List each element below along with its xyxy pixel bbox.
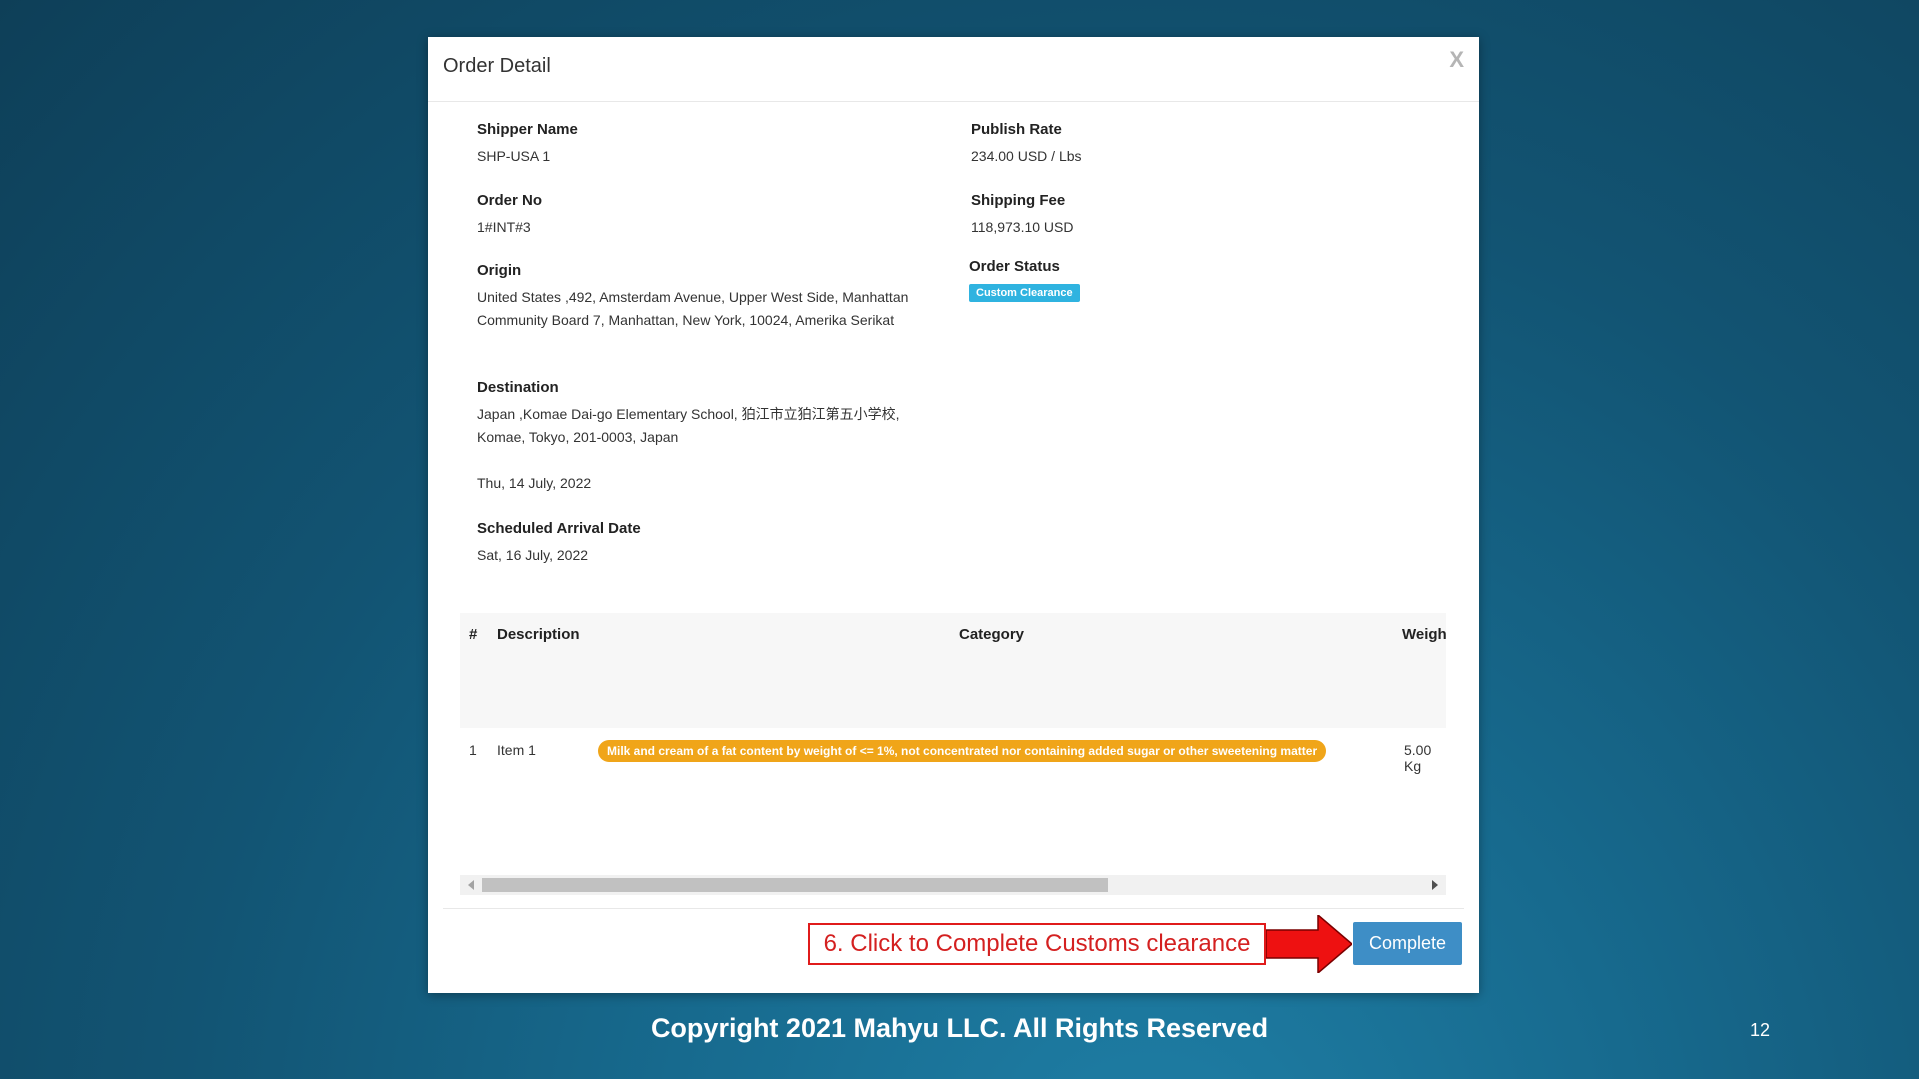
origin-field: Origin United States ,492, Amsterdam Ave… — [477, 262, 917, 332]
complete-button[interactable]: Complete — [1353, 922, 1462, 965]
status-badge: Custom Clearance — [969, 284, 1080, 302]
shipper-name-field: Shipper Name SHP-USA 1 — [477, 121, 578, 168]
publish-rate-field: Publish Rate 234.00 USD / Lbs — [971, 121, 1082, 168]
shipping-fee-field: Shipping Fee 118,973.10 USD — [971, 192, 1073, 239]
shipper-name-value: SHP-USA 1 — [477, 148, 551, 164]
arrival-date-label: Scheduled Arrival Date — [477, 520, 641, 537]
order-no-field: Order No 1#INT#3 — [477, 192, 542, 239]
publish-rate-value: 234.00 USD / Lbs — [971, 148, 1082, 164]
row-num: 1 — [469, 742, 477, 758]
departure-date-field: Thu, 14 July, 2022 — [477, 472, 591, 495]
scrollbar-thumb[interactable] — [482, 878, 1108, 892]
modal-header: Order Detail X — [428, 37, 1479, 102]
order-detail-modal: Order Detail X Shipper Name SHP-USA 1 Or… — [428, 37, 1479, 993]
departure-date-value: Thu, 14 July, 2022 — [477, 475, 592, 491]
origin-label: Origin — [477, 262, 522, 279]
horizontal-scrollbar[interactable] — [460, 875, 1446, 895]
close-icon[interactable]: X — [1449, 47, 1464, 73]
header-num: # — [469, 626, 478, 643]
items-table: # Description Category Weigh 1 Item 1 Mi… — [460, 613, 1446, 900]
order-status-field: Order Status Custom Clearance — [969, 258, 1080, 302]
destination-value: Japan ,Komae Dai-go Elementary School, 狛… — [477, 406, 900, 445]
arrival-date-field: Scheduled Arrival Date Sat, 16 July, 202… — [477, 520, 641, 567]
row-description: Item 1 — [497, 742, 536, 758]
instruction-callout: 6. Click to Complete Customs clearance — [808, 923, 1266, 965]
modal-footer-divider — [443, 908, 1464, 909]
destination-field: Destination Japan ,Komae Dai-go Elementa… — [477, 379, 917, 449]
shipping-fee-label: Shipping Fee — [971, 192, 1066, 209]
header-weight: Weigh — [1402, 626, 1446, 643]
publish-rate-label: Publish Rate — [971, 121, 1062, 138]
destination-label: Destination — [477, 379, 559, 396]
arrival-date-value: Sat, 16 July, 2022 — [477, 547, 589, 563]
header-description: Description — [497, 626, 580, 643]
category-badge: Milk and cream of a fat content by weigh… — [598, 740, 1327, 762]
table-row: 1 Item 1 Milk and cream of a fat content… — [460, 728, 1446, 843]
copyright-text: Copyright 2021 Mahyu LLC. All Rights Res… — [650, 1013, 1269, 1043]
row-weight: 5.00 Kg — [1404, 742, 1432, 774]
header-category: Category — [959, 626, 1025, 643]
shipping-fee-value: 118,973.10 USD — [971, 219, 1074, 235]
shipper-name-label: Shipper Name — [477, 121, 578, 138]
table-header: # Description Category Weigh — [460, 613, 1446, 728]
scroll-right-arrow-icon[interactable] — [1432, 880, 1438, 890]
red-arrow-icon — [1266, 915, 1352, 973]
origin-value: United States ,492, Amsterdam Avenue, Up… — [477, 289, 909, 328]
scroll-left-arrow-icon[interactable] — [468, 880, 474, 890]
page-number: 12 — [1750, 1020, 1771, 1040]
modal-title: Order Detail — [443, 55, 551, 77]
order-no-value: 1#INT#3 — [477, 219, 531, 235]
order-status-label: Order Status — [969, 258, 1060, 275]
order-no-label: Order No — [477, 192, 543, 209]
